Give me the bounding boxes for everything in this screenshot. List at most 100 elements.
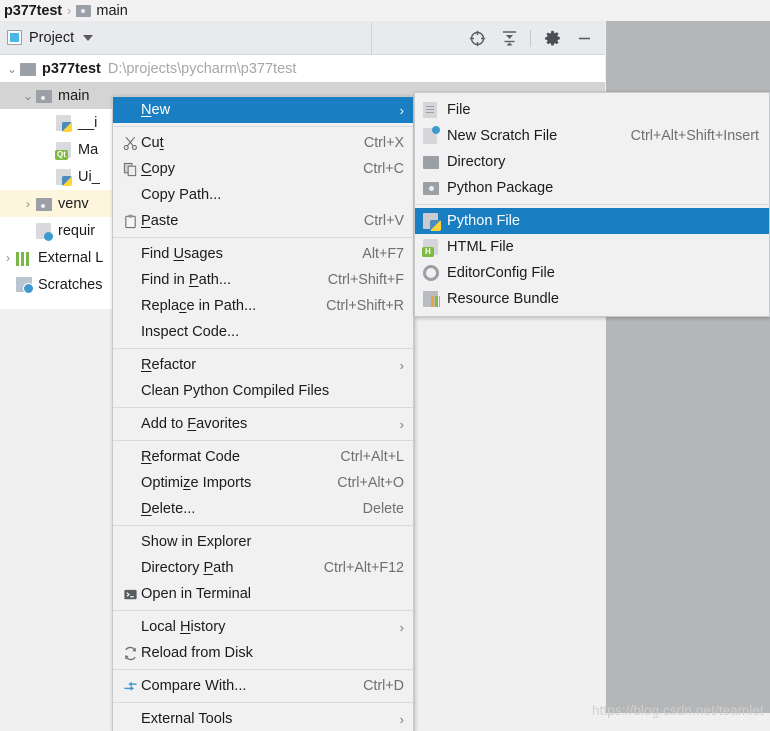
expand-arrow-icon[interactable]: ⌄ xyxy=(4,62,20,76)
menu-separator xyxy=(113,407,413,408)
tree-item-label: requir xyxy=(58,223,95,239)
expand-arrow-icon[interactable]: › xyxy=(20,197,36,211)
submenu-item-python-file[interactable]: Python File xyxy=(415,208,769,234)
file-icon xyxy=(423,101,447,119)
chevron-down-icon[interactable] xyxy=(83,35,93,41)
submenu-item-label: Python Package xyxy=(447,180,759,196)
menu-item-compare-with[interactable]: Compare With... Ctrl+D xyxy=(113,673,413,699)
terminal-icon xyxy=(120,587,141,602)
menu-item-label: Directory Path xyxy=(141,560,310,576)
submenu-item-directory[interactable]: Directory xyxy=(415,149,769,175)
submenu-item-file[interactable]: File xyxy=(415,97,769,123)
submenu-item-new-scratch-file[interactable]: New Scratch File Ctrl+Alt+Shift+Insert xyxy=(415,123,769,149)
menu-separator xyxy=(113,702,413,703)
submenu-item-python-package[interactable]: Python Package xyxy=(415,175,769,201)
pycharm-window: p377test › main Project xyxy=(0,0,770,731)
submenu-item-shortcut: Ctrl+Alt+Shift+Insert xyxy=(631,128,759,144)
menu-item-delete[interactable]: Delete... Delete xyxy=(113,496,413,522)
menu-item-copy-path[interactable]: Copy Path... xyxy=(113,182,413,208)
menu-item-shortcut: Delete xyxy=(363,501,404,517)
menu-item-label: Replace in Path... xyxy=(141,298,312,314)
project-tool-window-title: Project xyxy=(29,30,74,46)
submenu-item-resource-bundle[interactable]: Resource Bundle xyxy=(415,286,769,312)
chevron-right-icon: › xyxy=(400,358,404,373)
tree-row-p377test[interactable]: ⌄ p377test D:\projects\pycharm\p377test xyxy=(0,55,605,82)
collapse-all-button[interactable] xyxy=(494,24,524,52)
submenu-item-html-file[interactable]: HTML File xyxy=(415,234,769,260)
scratches-icon xyxy=(16,277,33,293)
menu-item-label: External Tools xyxy=(141,711,390,727)
menu-item-label: Copy Path... xyxy=(141,187,404,203)
menu-item-label: Compare With... xyxy=(141,678,349,694)
menu-item-label: Open in Terminal xyxy=(141,586,404,602)
menu-item-label: Delete... xyxy=(141,501,349,517)
external-libraries-icon xyxy=(16,250,33,266)
menu-item-reload-from-disk[interactable]: Reload from Disk xyxy=(113,640,413,666)
locate-button[interactable] xyxy=(462,24,492,52)
menu-item-shortcut: Ctrl+Alt+F12 xyxy=(324,560,404,576)
menu-item-show-in-explorer[interactable]: Show in Explorer xyxy=(113,529,413,555)
menu-item-replace-in-path[interactable]: Replace in Path... Ctrl+Shift+R xyxy=(113,293,413,319)
menu-item-shortcut: Ctrl+Alt+O xyxy=(337,475,404,491)
project-icon xyxy=(7,30,22,45)
breadcrumb: p377test › main xyxy=(0,0,770,21)
new-submenu: File New Scratch File Ctrl+Alt+Shift+Ins… xyxy=(414,92,770,317)
menu-item-new[interactable]: New › xyxy=(113,97,413,123)
menu-item-paste[interactable]: Paste Ctrl+V xyxy=(113,208,413,234)
menu-item-refactor[interactable]: Refactor › xyxy=(113,352,413,378)
folder-module-icon xyxy=(36,88,53,104)
menu-item-optimize-imports[interactable]: Optimize Imports Ctrl+Alt+O xyxy=(113,470,413,496)
breadcrumb-project[interactable]: p377test xyxy=(4,3,62,19)
chevron-right-icon: › xyxy=(400,103,404,118)
tree-item-label: p377test xyxy=(42,61,101,77)
submenu-item-label: Resource Bundle xyxy=(447,291,759,307)
qt-file-icon xyxy=(56,142,73,158)
menu-separator xyxy=(113,440,413,441)
breadcrumb-current[interactable]: main xyxy=(96,3,127,19)
context-menu: New › Cut Ctrl+X xyxy=(112,96,414,731)
menu-item-label: Inspect Code... xyxy=(141,324,404,340)
menu-item-directory-path[interactable]: Directory Path Ctrl+Alt+F12 xyxy=(113,555,413,581)
tree-item-path: D:\projects\pycharm\p377test xyxy=(108,61,297,77)
scissors-icon xyxy=(120,136,141,151)
menu-item-shortcut: Ctrl+Shift+R xyxy=(326,298,404,314)
menu-item-external-tools[interactable]: External Tools › xyxy=(113,706,413,731)
menu-item-label: Reload from Disk xyxy=(141,645,404,661)
menu-item-find-usages[interactable]: Find Usages Alt+F7 xyxy=(113,241,413,267)
menu-separator xyxy=(113,669,413,670)
menu-item-shortcut: Ctrl+X xyxy=(364,135,404,151)
menu-item-find-in-path[interactable]: Find in Path... Ctrl+Shift+F xyxy=(113,267,413,293)
chevron-right-icon: › xyxy=(400,712,404,727)
menu-item-reformat-code[interactable]: Reformat Code Ctrl+Alt+L xyxy=(113,444,413,470)
expand-arrow-icon[interactable]: › xyxy=(0,251,16,265)
expand-arrow-icon[interactable]: ⌄ xyxy=(20,89,36,103)
folder-icon xyxy=(20,61,37,77)
resource-bundle-icon xyxy=(423,290,447,308)
tree-item-label: __i xyxy=(78,115,97,131)
settings-button[interactable] xyxy=(537,24,567,52)
tree-item-label: Ui_ xyxy=(78,169,100,185)
menu-item-clean-python-compiled-files[interactable]: Clean Python Compiled Files xyxy=(113,378,413,404)
submenu-separator xyxy=(415,204,769,205)
hide-button[interactable] xyxy=(569,24,599,52)
menu-item-local-history[interactable]: Local History › xyxy=(113,614,413,640)
requirements-file-icon xyxy=(36,223,53,239)
folder-icon xyxy=(76,5,91,17)
menu-item-add-to-favorites[interactable]: Add to Favorites › xyxy=(113,411,413,437)
clipboard-icon xyxy=(120,214,141,229)
menu-item-label: Add to Favorites xyxy=(141,416,390,432)
submenu-item-label: New Scratch File xyxy=(447,128,631,144)
collapse-all-icon xyxy=(501,30,518,47)
menu-item-inspect-code[interactable]: Inspect Code... xyxy=(113,319,413,345)
submenu-item-editorconfig-file[interactable]: EditorConfig File xyxy=(415,260,769,286)
breadcrumb-separator: › xyxy=(67,3,71,18)
crosshair-icon xyxy=(469,30,486,47)
watermark: https://blog.csdn.net/teamlet xyxy=(592,703,764,718)
menu-separator xyxy=(113,237,413,238)
menu-separator xyxy=(113,126,413,127)
tree-item-label: Ma xyxy=(78,142,98,158)
menu-item-copy[interactable]: Copy Ctrl+C xyxy=(113,156,413,182)
chevron-right-icon: › xyxy=(400,620,404,635)
menu-item-cut[interactable]: Cut Ctrl+X xyxy=(113,130,413,156)
menu-item-open-in-terminal[interactable]: Open in Terminal xyxy=(113,581,413,607)
